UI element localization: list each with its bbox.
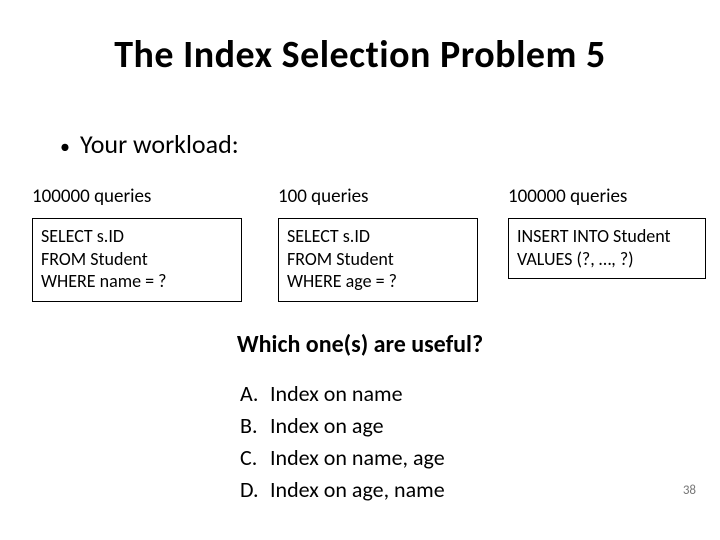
code-line: FROM Student [287,248,469,271]
option-text: Index on age, name [270,476,445,503]
option-text: Index on name, age [270,444,445,471]
query-count-1: 100000 queries [32,185,242,208]
option-d: D.Index on age, name [240,474,445,506]
bullet-dot-icon: • [60,137,70,157]
query-column-2: 100 queries SELECT s.ID FROM Student WHE… [278,185,478,302]
slide-title: The Index Selection Problem 5 [0,32,720,78]
option-letter: D. [240,474,270,506]
code-line: SELECT s.ID [41,225,233,248]
page-number: 38 [683,483,696,498]
code-line: WHERE age = ? [287,270,469,293]
option-letter: C. [240,442,270,474]
option-letter: A. [240,378,270,410]
code-line: FROM Student [41,248,233,271]
query-column-3: 100000 queries INSERT INTO Student VALUE… [508,185,706,279]
option-c: C.Index on name, age [240,442,445,474]
query-code-2: SELECT s.ID FROM Student WHERE age = ? [278,218,478,302]
workload-bullet: • Your workload: [60,128,239,160]
answer-options: A.Index on name B.Index on age C.Index o… [240,378,445,506]
question-text: Which one(s) are useful? [0,330,720,359]
query-column-1: 100000 queries SELECT s.ID FROM Student … [32,185,242,302]
query-count-3: 100000 queries [508,185,706,208]
option-text: Index on age [270,412,384,439]
query-code-3: INSERT INTO Student VALUES (?, …, ?) [508,218,706,279]
query-count-2: 100 queries [278,185,478,208]
query-code-1: SELECT s.ID FROM Student WHERE name = ? [32,218,242,302]
code-line: INSERT INTO Student [517,225,697,248]
option-letter: B. [240,410,270,442]
code-line: SELECT s.ID [287,225,469,248]
code-line: WHERE name = ? [41,270,233,293]
slide: The Index Selection Problem 5 • Your work… [0,0,720,540]
bullet-text: Your workload: [80,128,239,160]
option-a: A.Index on name [240,378,445,410]
code-line: VALUES (?, …, ?) [517,248,697,271]
option-b: B.Index on age [240,410,445,442]
option-text: Index on name [270,380,403,407]
